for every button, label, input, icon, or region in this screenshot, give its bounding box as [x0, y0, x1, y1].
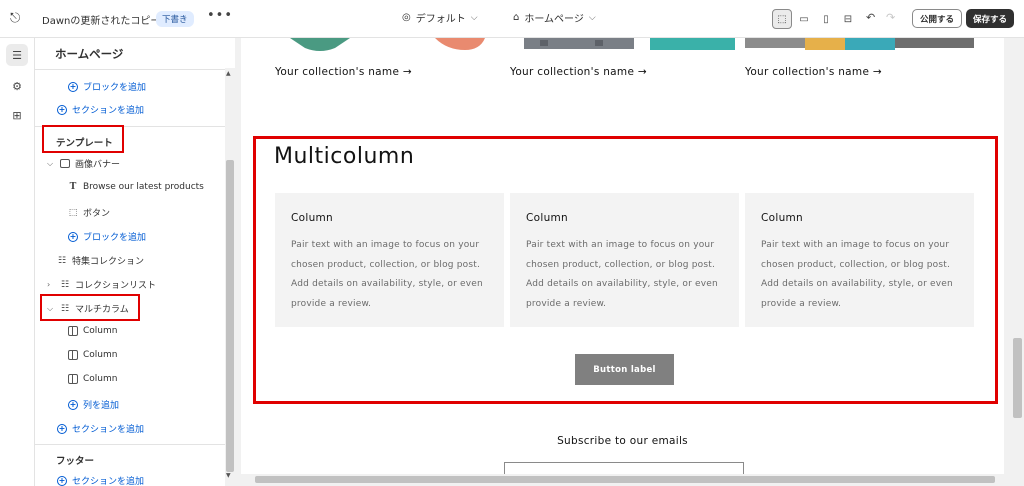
chevron-down-icon[interactable]: ⌵ [47, 159, 55, 169]
collection-icon: ☷ [60, 279, 70, 290]
page-select[interactable]: ⌂ ホームページ ⌵ [513, 10, 596, 25]
publish-button[interactable]: 公開する [912, 9, 963, 28]
add-section-button[interactable]: + セクションを追加 [57, 474, 144, 486]
sidebar-scrollbar[interactable]: ▲ ▼ [225, 68, 235, 486]
divider [35, 444, 225, 445]
add-section-button[interactable]: + セクションを追加 [57, 422, 144, 435]
home-icon: ⌂ [513, 12, 520, 23]
chevron-down-icon: ⌵ [588, 12, 596, 23]
globe-icon: ◎ [402, 12, 411, 23]
email-field[interactable] [504, 462, 744, 474]
sidebar-item-featured-collection[interactable]: ☷ 特集コレクション [57, 254, 144, 268]
sidebar-scroll-thumb[interactable] [226, 160, 234, 472]
collection-image [745, 38, 974, 50]
multicolumn-highlight [40, 294, 140, 321]
collection-image [524, 38, 735, 50]
add-column-button[interactable]: + 列を追加 [68, 398, 119, 411]
add-block-button[interactable]: + ブロックを追加 [68, 80, 146, 93]
scroll-up-icon[interactable]: ▲ [226, 70, 231, 77]
fullscreen-icon[interactable]: ⊟ [838, 9, 858, 29]
plus-circle-icon: + [68, 399, 78, 410]
sidebar-item-banner-heading[interactable]: T Browse our latest products [68, 182, 204, 192]
plus-circle-icon: + [57, 423, 67, 434]
sections-icon[interactable]: ☰ [6, 44, 28, 66]
sidebar-item-banner-button[interactable]: ⬚ ボタン [68, 206, 110, 220]
collection-link[interactable]: Your collection's name → [275, 66, 412, 78]
sidebar-item-column[interactable]: Column [68, 350, 117, 360]
collection-link[interactable]: Your collection's name → [510, 66, 647, 78]
device-toggle-group: ⬚ ▭ ▯ ⊟ [772, 9, 858, 29]
theme-name: Dawnの更新されたコピー [42, 16, 161, 27]
settings-icon[interactable]: ⚙ [6, 75, 28, 97]
plus-circle-icon: + [57, 475, 67, 486]
preview-horizontal-scrollbar[interactable] [241, 474, 1011, 486]
save-button[interactable]: 保存する [966, 9, 1015, 28]
sidebar-item-column[interactable]: Column [68, 374, 117, 384]
theme-select-label: デフォルト [415, 14, 466, 25]
column-icon [68, 326, 78, 336]
collection-icon: ☷ [57, 255, 67, 266]
mobile-icon[interactable]: ▯ [816, 9, 836, 29]
redo-icon[interactable]: ↷ [886, 11, 895, 24]
chevron-right-icon[interactable]: › [47, 280, 55, 289]
apps-icon[interactable]: ⊞ [6, 104, 28, 126]
page-select-label: ホームページ [524, 14, 584, 25]
sidebar-item-image-banner[interactable]: ⌵ 画像バナー [47, 157, 120, 171]
theme-select[interactable]: ◎ デフォルト ⌵ [402, 10, 478, 25]
arrow-right-icon: → [872, 66, 882, 78]
button-icon: ⬚ [68, 207, 78, 218]
add-block-button[interactable]: + ブロックを追加 [68, 230, 146, 243]
image-banner-icon [60, 159, 70, 168]
footer-label: フッター [56, 456, 95, 467]
inspector-icon[interactable]: ⬚ [772, 9, 792, 29]
preview-horizontal-scroll-thumb[interactable] [255, 476, 995, 483]
chevron-down-icon: ⌵ [470, 12, 478, 23]
top-bar: ⎋ Dawnの更新されたコピー 下書き ••• ◎ デフォルト ⌵ ⌂ ホームペ… [0, 0, 1024, 38]
left-rail: ☰ ⚙ ⊞ [0, 38, 35, 486]
exit-icon[interactable]: ⎋ [10, 11, 26, 27]
add-section-button[interactable]: + セクションを追加 [57, 103, 144, 116]
arrow-right-icon: → [402, 66, 412, 78]
template-highlight [42, 125, 124, 153]
plus-circle-icon: + [68, 231, 78, 242]
draft-badge: 下書き [156, 11, 194, 27]
column-icon [68, 374, 78, 384]
undo-icon[interactable]: ↶ [866, 11, 875, 24]
text-icon: T [69, 182, 77, 192]
more-actions-icon[interactable]: ••• [207, 8, 233, 23]
plus-circle-icon: + [68, 81, 78, 92]
multicolumn-section-highlight [253, 136, 998, 404]
collection-image [290, 38, 485, 51]
preview-vertical-scroll-thumb[interactable] [1013, 338, 1022, 418]
scroll-down-icon[interactable]: ▼ [226, 472, 231, 479]
sidebar-item-collection-list[interactable]: › ☷ コレクションリスト [47, 278, 156, 292]
sidebar-title: ホームページ [55, 47, 124, 61]
sections-sidebar: ホームページ + ブロックを追加 + セクションを追加 テンプレート ⌵ 画像バ… [35, 38, 235, 486]
sidebar-item-column[interactable]: Column [68, 326, 117, 336]
preview-vertical-scrollbar[interactable] [1011, 38, 1024, 486]
arrow-right-icon: → [637, 66, 647, 78]
divider [35, 69, 225, 70]
plus-circle-icon: + [57, 104, 67, 115]
column-icon [68, 350, 78, 360]
desktop-icon[interactable]: ▭ [794, 9, 814, 29]
collection-link[interactable]: Your collection's name → [745, 66, 882, 78]
subscribe-title: Subscribe to our emails [557, 435, 688, 447]
